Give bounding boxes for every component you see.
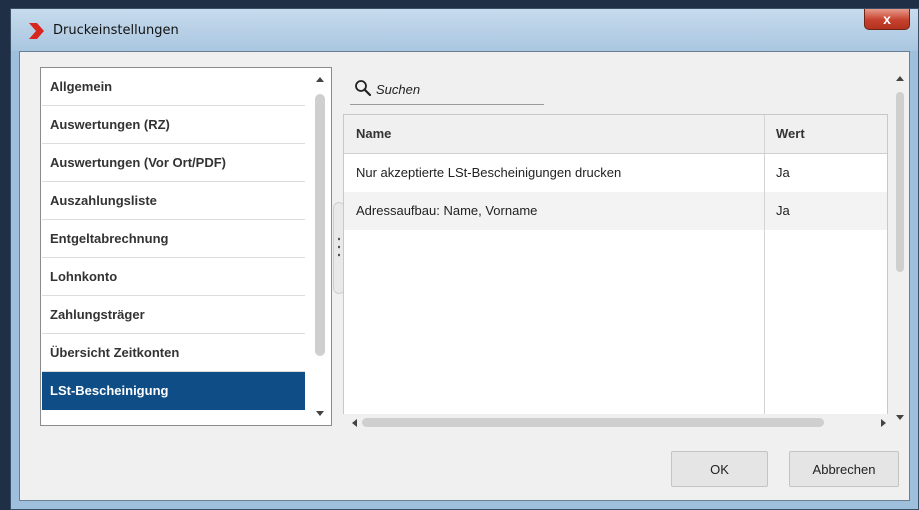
category-item-auszahlungsliste[interactable]: Auszahlungsliste — [42, 182, 305, 220]
table-hscroll-thumb[interactable] — [362, 418, 824, 427]
category-scroll-thumb[interactable] — [315, 94, 325, 356]
app-logo-icon — [29, 23, 44, 39]
column-header-name[interactable]: Name — [356, 115, 391, 153]
ok-button[interactable]: OK — [671, 451, 768, 487]
scroll-up-arrow-icon[interactable] — [316, 77, 324, 82]
table-vertical-scrollbar[interactable] — [890, 74, 910, 422]
cell-name: Nur akzeptierte LSt-Bescheinigungen druc… — [356, 165, 622, 180]
cell-name: Adressaufbau: Name, Vorname — [356, 203, 538, 218]
column-header-wert[interactable]: Wert — [776, 115, 805, 153]
category-item-auswertungen-rz[interactable]: Auswertungen (RZ) — [42, 106, 305, 144]
category-item-uebersicht-zeitkonten[interactable]: Übersicht Zeitkonten — [42, 334, 305, 372]
dialog-body: Allgemein Auswertungen (RZ) Auswertungen… — [19, 51, 910, 501]
category-list-panel: Allgemein Auswertungen (RZ) Auswertungen… — [40, 67, 332, 426]
column-divider — [764, 115, 765, 414]
title-bar[interactable]: Druckeinstellungen x — [11, 9, 918, 51]
close-button[interactable]: x — [864, 9, 910, 30]
cell-wert[interactable]: Ja — [776, 154, 790, 192]
window-title: Druckeinstellungen — [53, 23, 179, 38]
category-item-entgeltabrechnung[interactable]: Entgeltabrechnung — [42, 220, 305, 258]
category-item-lohnkonto[interactable]: Lohnkonto — [42, 258, 305, 296]
scroll-down-arrow-icon[interactable] — [896, 415, 904, 420]
table-horizontal-scrollbar[interactable] — [350, 416, 890, 430]
cell-wert[interactable]: Ja — [776, 192, 790, 230]
scroll-up-arrow-icon[interactable] — [896, 76, 904, 81]
search-input[interactable] — [376, 79, 536, 99]
cancel-button[interactable]: Abbrechen — [789, 451, 899, 487]
category-item-zahlungstraeger[interactable]: Zahlungsträger — [42, 296, 305, 334]
close-icon: x — [883, 11, 891, 27]
settings-table: Name Wert Nur akzeptierte LSt-Bescheinig… — [343, 114, 888, 414]
scroll-right-arrow-icon[interactable] — [881, 419, 886, 427]
category-list-scrollbar[interactable] — [311, 68, 331, 425]
grip-dots-icon — [338, 235, 340, 257]
scroll-down-arrow-icon[interactable] — [316, 411, 324, 416]
dialog-window: Druckeinstellungen x Allgemein Auswertun… — [10, 8, 919, 510]
category-list: Allgemein Auswertungen (RZ) Auswertungen… — [42, 68, 305, 410]
scroll-left-arrow-icon[interactable] — [352, 419, 357, 427]
table-row[interactable]: Adressaufbau: Name, Vorname Ja — [344, 192, 887, 230]
category-item-lst-bescheinigung[interactable]: LSt-Bescheinigung — [42, 372, 305, 410]
table-scroll-thumb[interactable] — [896, 92, 904, 272]
table-header: Name Wert — [344, 115, 887, 154]
table-row[interactable]: Nur akzeptierte LSt-Bescheinigungen druc… — [344, 154, 887, 192]
search-icon — [355, 80, 372, 97]
category-item-allgemein[interactable]: Allgemein — [42, 68, 305, 106]
category-item-auswertungen-vor-ort-pdf[interactable]: Auswertungen (Vor Ort/PDF) — [42, 144, 305, 182]
search-box[interactable] — [350, 76, 544, 105]
